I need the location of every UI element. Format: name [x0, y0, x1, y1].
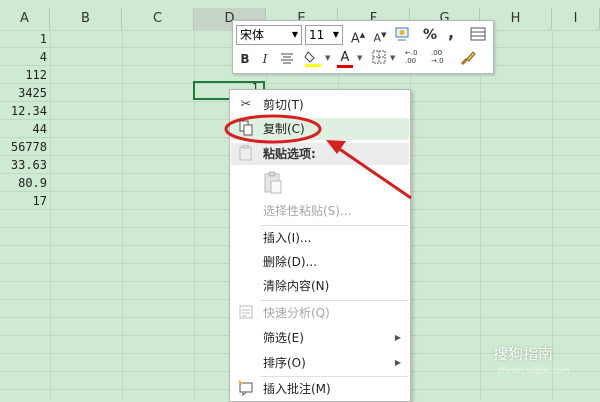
- menu-item-copy-label: 复制(C): [263, 122, 305, 136]
- menu-item-insert[interactable]: 插入(I)...: [231, 227, 409, 249]
- menu-item-insert-label: 插入(I)...: [263, 231, 312, 245]
- cell-a9[interactable]: 80.9: [0, 174, 50, 192]
- chevron-down-icon: ▼: [291, 30, 298, 39]
- clipboard-icon: [237, 144, 255, 163]
- menu-item-sort-label: 排序(O): [263, 356, 306, 370]
- borders-button[interactable]: [371, 50, 387, 69]
- chevron-down-icon: ▼: [325, 54, 331, 62]
- increase-decimal-button[interactable]: ←.0 .00: [405, 49, 427, 65]
- chevron-down-icon: ▼: [332, 30, 339, 39]
- menu-item-filter[interactable]: 筛选(E) ▶: [231, 327, 409, 349]
- menu-item-delete[interactable]: 删除(D)...: [231, 251, 409, 273]
- italic-button[interactable]: I: [260, 50, 270, 68]
- menu-item-clear-contents[interactable]: 清除内容(N): [231, 275, 409, 297]
- chevron-right-icon: ▶: [394, 358, 401, 367]
- currency-format-icon: [395, 27, 409, 41]
- cell-a1[interactable]: 1: [0, 30, 50, 48]
- paintbrush-icon: [460, 51, 476, 66]
- format-painter-button[interactable]: [469, 26, 487, 47]
- copy-icon: [237, 120, 255, 138]
- menu-separator: [260, 225, 408, 226]
- table-format-icon: [470, 27, 486, 41]
- comma-style-button[interactable]: ,: [445, 24, 457, 42]
- menu-item-copy[interactable]: 复制(C): [231, 118, 409, 140]
- menu-item-paste-special: 选择性粘贴(S)...: [231, 200, 409, 222]
- paste-options-header: 粘贴选项:: [231, 143, 409, 165]
- comment-icon: [237, 380, 255, 398]
- chevron-down-icon: ▼: [357, 54, 363, 62]
- menu-item-insert-comment-label: 插入批注(M): [263, 382, 331, 396]
- bold-button[interactable]: B: [239, 50, 251, 68]
- decrease-font-icon: A: [373, 31, 382, 45]
- font-color-icon: A: [340, 50, 350, 65]
- menu-item-quick-analysis-label: 快速分析(Q): [263, 306, 330, 320]
- menu-separator: [260, 300, 408, 301]
- cell-a3[interactable]: 112: [0, 66, 50, 84]
- menu-item-cut[interactable]: ✂ 剪切(T): [231, 94, 409, 116]
- column-header-c[interactable]: C: [122, 8, 194, 30]
- watermark: 搜狗指南: [493, 343, 553, 364]
- grid-line: [480, 30, 481, 400]
- fill-bucket-icon: [304, 51, 321, 67]
- increase-font-icon: A: [350, 31, 360, 47]
- watermark-sub: zhinan.sogou.com: [497, 366, 570, 375]
- cell-a6[interactable]: 44: [0, 120, 50, 138]
- cell-a2[interactable]: 4: [0, 48, 50, 66]
- font-color-swatch: [337, 65, 353, 68]
- borders-icon: [372, 50, 386, 64]
- column-header-b[interactable]: B: [50, 8, 122, 30]
- paste-options-label: 粘贴选项:: [263, 147, 316, 161]
- fill-color-button[interactable]: [303, 48, 323, 73]
- align-center-icon: [281, 53, 293, 64]
- decrease-decimal-button[interactable]: .00 →.0: [431, 49, 453, 65]
- font-name-select[interactable]: 宋体 ▼: [236, 25, 302, 45]
- increase-font-button[interactable]: A▲: [350, 26, 366, 48]
- menu-item-cut-label: 剪切(T): [263, 98, 304, 112]
- menu-item-clear-contents-label: 清除内容(N): [263, 279, 330, 293]
- format-painter-brush-button[interactable]: [459, 49, 477, 72]
- font-color-button[interactable]: A: [337, 48, 353, 68]
- scissors-icon: ✂: [240, 97, 252, 112]
- menu-item-sort[interactable]: 排序(O) ▶: [231, 352, 409, 374]
- cell-a10[interactable]: 17: [0, 192, 50, 210]
- chevron-down-icon: ▼: [390, 54, 396, 62]
- quick-analysis-icon: [237, 304, 255, 322]
- grid-line: [122, 30, 123, 400]
- mini-toolbar: 宋体 ▼ 11 ▼ A▲ A▼ % , B I ▼ A ▼ ▼ ←.0 .00 …: [232, 20, 494, 74]
- cell-a8[interactable]: 33.63: [0, 156, 50, 174]
- menu-separator: [260, 376, 408, 377]
- menu-item-paste-special-label: 选择性粘贴(S)...: [263, 204, 352, 218]
- cell-a5[interactable]: 12.34: [0, 102, 50, 120]
- cell-a4[interactable]: 3425: [0, 84, 50, 102]
- decrease-font-button[interactable]: A▼: [372, 26, 388, 48]
- percent-style-button[interactable]: %: [423, 26, 437, 44]
- font-size-select[interactable]: 11 ▼: [305, 25, 343, 45]
- font-name-value: 宋体: [240, 28, 265, 42]
- cell-a7[interactable]: 56778: [0, 138, 50, 156]
- paste-option-button[interactable]: [262, 171, 284, 195]
- menu-item-insert-comment[interactable]: 插入批注(M): [231, 378, 409, 400]
- format-button[interactable]: [393, 25, 413, 48]
- column-header-a[interactable]: A: [0, 8, 50, 30]
- menu-item-quick-analysis: 快速分析(Q): [231, 302, 409, 324]
- grid-line: [50, 30, 51, 400]
- align-center-button[interactable]: [279, 51, 295, 70]
- font-size-value: 11: [309, 28, 325, 42]
- grid-line: [0, 83, 600, 84]
- paste-clipboard-icon: [264, 171, 282, 194]
- watermark-text: 搜狗指南: [493, 345, 554, 363]
- chevron-right-icon: ▶: [394, 333, 401, 342]
- column-header-i[interactable]: I: [552, 8, 600, 30]
- menu-item-filter-label: 筛选(E): [263, 331, 304, 345]
- menu-item-delete-label: 删除(D)...: [263, 255, 318, 269]
- context-menu: ✂ 剪切(T) 复制(C) 粘贴选项: 选择性粘贴(S)... 插入(I)...…: [229, 89, 411, 402]
